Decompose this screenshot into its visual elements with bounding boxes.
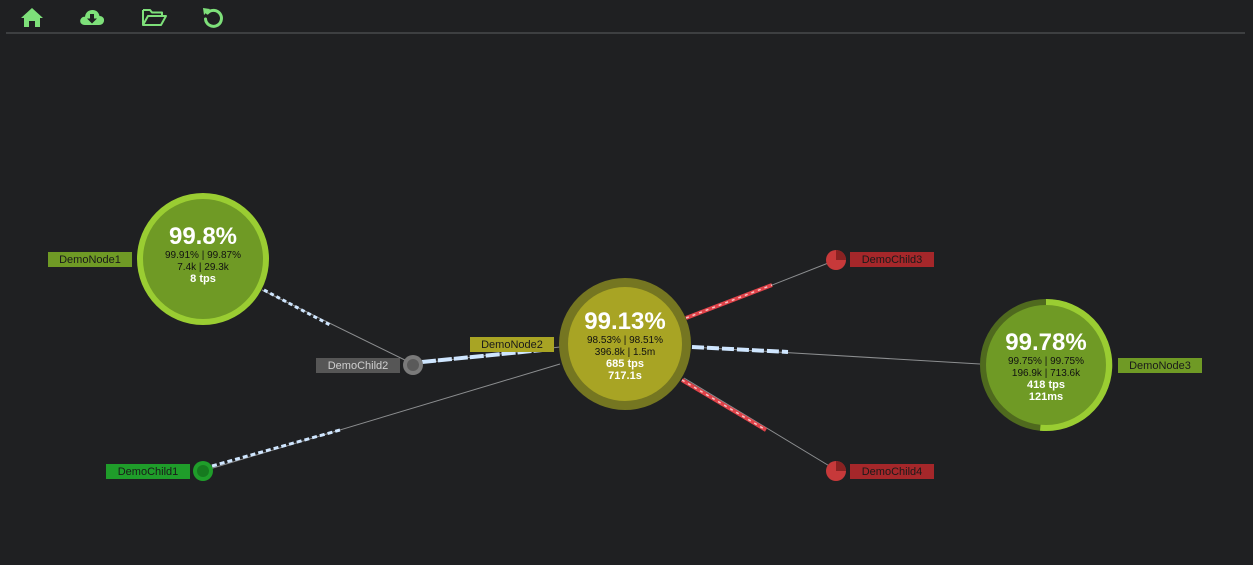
node2-line4: 717.1s — [608, 370, 642, 382]
label-demochild4[interactable]: DemoChild4 — [850, 464, 934, 479]
node2-percent: 99.13% — [584, 308, 665, 335]
node3-line2: 196.9k | 713.6k — [1012, 368, 1081, 379]
traffic-particles — [211, 283, 789, 468]
label-demonode3[interactable]: DemoNode3 — [1118, 358, 1202, 373]
node2-line1: 98.53% | 98.51% — [587, 335, 663, 346]
service-graph: 99.8% 99.91% | 99.87% 7.4k | 29.3k 8 tps… — [48, 193, 1202, 481]
label-demochild3-text: DemoChild3 — [862, 254, 923, 266]
node-demochild2[interactable] — [403, 355, 423, 375]
node1-line2: 7.4k | 29.3k — [177, 262, 230, 273]
node-demonode3[interactable]: 99.78% 99.75% | 99.75% 196.9k | 713.6k 4… — [980, 298, 1113, 431]
label-demochild1-text: DemoChild1 — [118, 466, 179, 478]
edge-node2-node3 — [691, 346, 981, 365]
label-demochild4-text: DemoChild4 — [862, 466, 923, 478]
node2-line3: 685 tps — [606, 358, 644, 370]
label-demochild2[interactable]: DemoChild2 — [316, 358, 400, 373]
node-demonode2[interactable]: 99.13% 98.53% | 98.51% 396.8k | 1.5m 685… — [559, 278, 691, 410]
node-demonode1[interactable]: 99.8% 99.91% | 99.87% 7.4k | 29.3k 8 tps — [137, 193, 269, 325]
label-demonode1[interactable]: DemoNode1 — [48, 252, 132, 267]
node1-line3: 8 tps — [190, 273, 216, 285]
label-demonode1-text: DemoNode1 — [59, 254, 121, 266]
edge-child1-node2 — [202, 363, 561, 472]
label-demochild1[interactable]: DemoChild1 — [106, 464, 190, 479]
node-demochild4[interactable] — [826, 461, 846, 481]
node-demochild3[interactable] — [826, 250, 846, 270]
node-demochild1[interactable] — [193, 461, 213, 481]
node1-line1: 99.91% | 99.87% — [165, 250, 241, 261]
node2-line2: 396.8k | 1.5m — [595, 347, 655, 358]
edge-node2-child4 — [683, 377, 837, 471]
label-demonode2-text: DemoNode2 — [481, 339, 543, 351]
node3-percent: 99.78% — [1005, 329, 1086, 356]
label-demonode2[interactable]: DemoNode2 — [470, 337, 554, 352]
node3-line1: 99.75% | 99.75% — [1008, 356, 1084, 367]
node3-line4: 121ms — [1029, 391, 1063, 403]
node3-line3: 418 tps — [1027, 379, 1065, 391]
label-demonode3-text: DemoNode3 — [1129, 360, 1191, 372]
node1-percent: 99.8% — [169, 223, 237, 250]
label-demochild2-text: DemoChild2 — [328, 360, 389, 372]
label-demochild3[interactable]: DemoChild3 — [850, 252, 934, 267]
